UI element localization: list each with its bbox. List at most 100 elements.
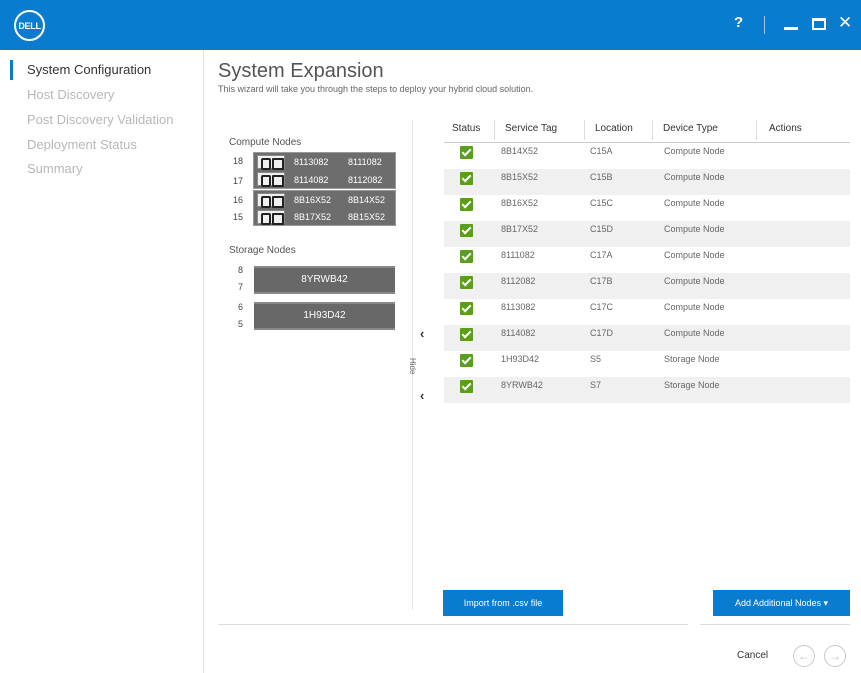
node-tag: 8B14X52 [348,195,386,205]
rack-slot-number: 5 [237,319,243,329]
footer-divider [700,624,850,625]
compute-nodes-label: Compute Nodes [229,137,302,148]
compute-chassis-1[interactable]: 8113082 8111082 8114082 8112082 [253,152,396,189]
service-tag-cell: 8114082 [501,328,536,338]
status-checkbox[interactable] [460,354,473,367]
back-arrow-icon[interactable]: ← [793,645,815,667]
status-checkbox[interactable] [460,250,473,263]
collapse-chevron-icon[interactable]: ‹ [420,388,424,403]
rack-slot-number: 15 [232,212,243,222]
service-tag-cell: 8B15X52 [501,172,539,182]
table-row[interactable]: 8B17X52 C15D Compute Node [444,221,850,247]
table-row[interactable]: 8114082 C17D Compute Node [444,325,850,351]
table-row[interactable]: 8112082 C17B Compute Node [444,273,850,299]
rack-slot-number: 7 [237,282,243,292]
device-type-cell: Compute Node [664,198,725,208]
table-row[interactable]: 8B16X52 C15C Compute Node [444,195,850,221]
status-checkbox[interactable] [460,224,473,237]
storage-node-unit[interactable]: 1H93D42 [254,302,395,330]
sidebar-item-summary[interactable]: Summary [27,161,83,176]
location-cell: C17D [590,328,614,338]
location-cell: C17C [590,302,614,312]
page-subtitle: This wizard will take you through the st… [218,84,534,94]
status-checkbox[interactable] [460,276,473,289]
table-row[interactable]: 8B15X52 C15B Compute Node [444,169,850,195]
close-icon[interactable]: ✕ [838,13,852,33]
column-divider [756,120,757,140]
device-type-cell: Storage Node [664,380,720,390]
rack-slot-number: 17 [232,176,243,186]
device-type-cell: Compute Node [664,302,725,312]
status-checkbox[interactable] [460,302,473,315]
storage-nodes-label: Storage Nodes [229,245,296,256]
device-type-cell: Compute Node [664,250,725,260]
status-checkbox[interactable] [460,172,473,185]
column-header-location[interactable]: Location [595,123,633,134]
node-tag: 8113082 [294,157,329,167]
rack-slot-number: 16 [232,195,243,205]
location-cell: C17A [590,250,613,260]
import-csv-button[interactable]: Import from .csv file [443,590,563,616]
node-tag: 8114082 [294,175,329,185]
column-divider [584,120,585,140]
status-checkbox[interactable] [460,328,473,341]
node-tag: 8B16X52 [294,195,332,205]
node-tag: 8111082 [348,157,382,167]
column-header-device-type[interactable]: Device Type [663,123,718,134]
help-icon[interactable]: ? [734,14,743,31]
service-tag-cell: 8YRWB42 [501,380,543,390]
minimize-icon[interactable] [784,27,798,30]
node-tag: 8112082 [348,175,383,185]
server-icon [257,210,285,225]
server-icon [257,193,285,208]
hide-panel-toggle[interactable]: Hide [408,358,417,374]
location-cell: C15C [590,198,614,208]
location-cell: C15D [590,224,614,234]
sidebar-item-post-discovery-validation[interactable]: Post Discovery Validation [27,112,173,127]
collapse-chevron-icon[interactable]: ‹ [420,326,424,341]
status-checkbox[interactable] [460,380,473,393]
table-row[interactable]: 8111082 C17A Compute Node [444,247,850,273]
device-type-cell: Compute Node [664,276,725,286]
maximize-icon[interactable] [812,18,826,30]
table-row[interactable]: 8YRWB42 S7 Storage Node [444,377,850,403]
service-tag-cell: 8B17X52 [501,224,539,234]
server-icon [257,172,285,187]
node-tag: 8B15X52 [348,212,386,222]
table-row[interactable]: 1H93D42 S5 Storage Node [444,351,850,377]
service-tag-cell: 1H93D42 [501,354,540,364]
location-cell: C17B [590,276,613,286]
sidebar-item-system-configuration[interactable]: System Configuration [27,62,151,77]
next-arrow-icon[interactable]: → [824,645,846,667]
footer-divider [218,624,688,625]
storage-node-unit[interactable]: 8YRWB42 [254,266,395,294]
sidebar-item-deployment-status[interactable]: Deployment Status [27,137,137,152]
rack-slot-number: 6 [237,302,243,312]
compute-chassis-2[interactable]: 8B16X52 8B14X52 8B17X52 8B15X52 [253,190,396,226]
status-checkbox[interactable] [460,198,473,211]
table-row[interactable]: 8113082 C17C Compute Node [444,299,850,325]
column-divider [494,120,495,140]
column-header-service-tag[interactable]: Service Tag [505,123,557,134]
table-row[interactable]: 8B14X52 C15A Compute Node [444,143,850,169]
sidebar-item-host-discovery[interactable]: Host Discovery [27,87,114,102]
title-bar-separator [764,16,765,34]
title-bar: DELL ? ✕ [0,0,861,50]
cancel-button[interactable]: Cancel [737,650,768,661]
wizard-sidebar: System Configuration Host Discovery Post… [0,50,204,673]
node-tag: 8B17X52 [294,212,332,222]
status-checkbox[interactable] [460,146,473,159]
location-cell: S5 [590,354,602,364]
device-type-cell: Compute Node [664,328,725,338]
column-header-status[interactable]: Status [452,123,480,134]
column-header-actions[interactable]: Actions [769,123,802,134]
rack-slot-number: 18 [232,156,243,166]
service-tag-cell: 8111082 [501,250,535,260]
server-icon [257,155,285,170]
service-tag-cell: 8112082 [501,276,536,286]
column-divider [652,120,653,140]
rack-slot-number: 8 [237,265,243,275]
add-additional-nodes-button[interactable]: Add Additional Nodes ▾ [713,590,850,616]
device-type-cell: Compute Node [664,224,725,234]
page-title: System Expansion [218,60,384,82]
